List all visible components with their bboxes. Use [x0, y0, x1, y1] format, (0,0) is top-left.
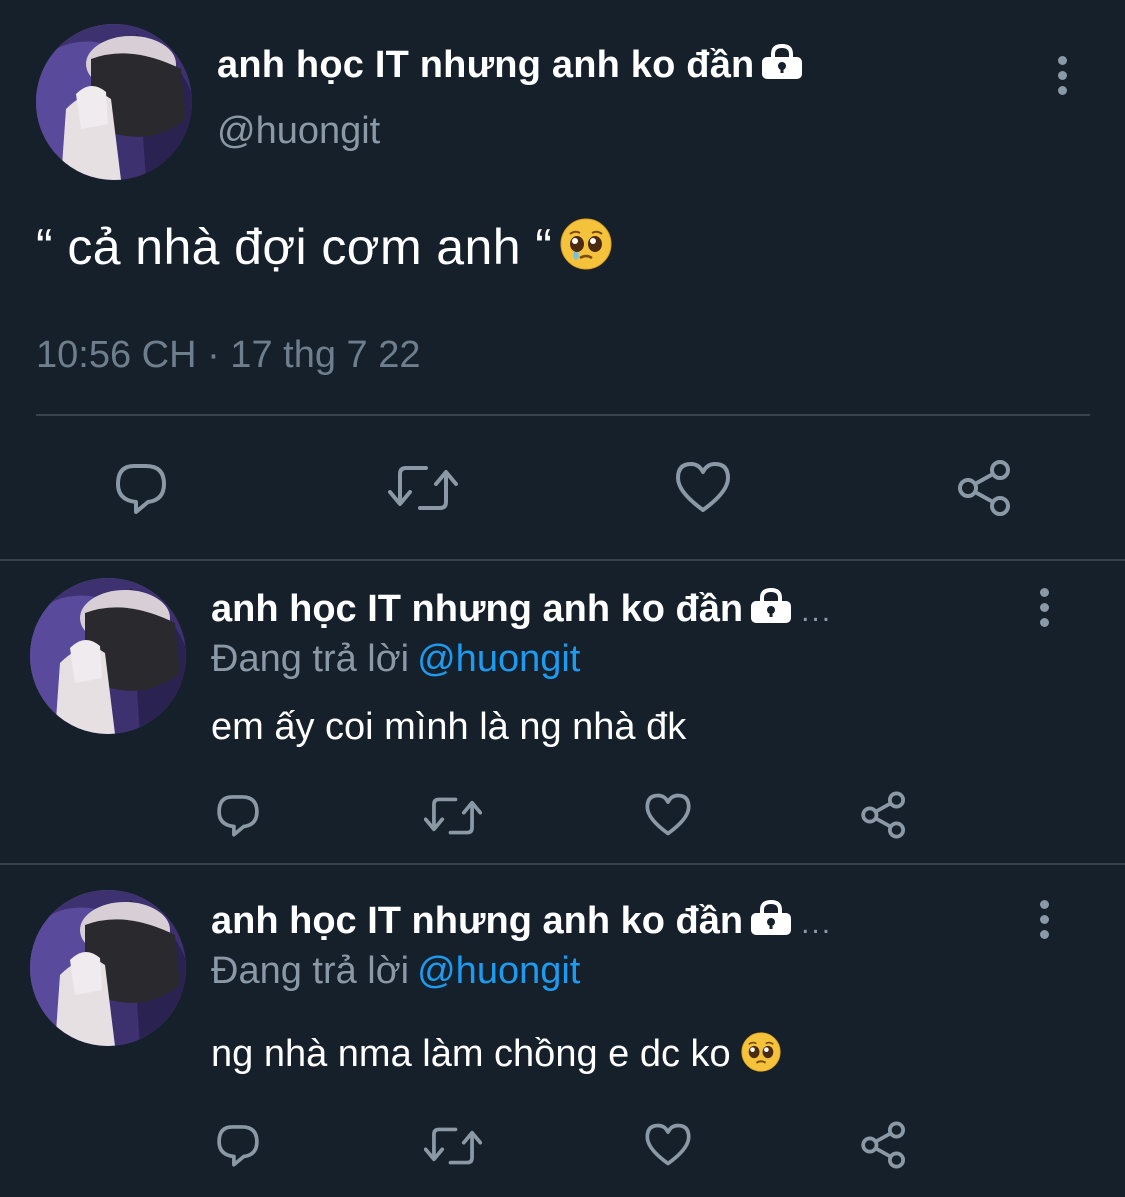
reply-icon[interactable]: [214, 792, 262, 843]
tweet-text: “ cả nhà đợi cơm anh “: [36, 218, 612, 282]
lock-icon: [749, 587, 793, 634]
replying-to-label: Đang trả lời: [211, 950, 410, 992]
display-name[interactable]: anh học IT nhưng anh ko đần ...: [211, 587, 833, 634]
divider: [0, 863, 1125, 865]
like-icon[interactable]: [644, 1122, 692, 1172]
pleading-face-icon: [741, 1032, 781, 1082]
share-icon[interactable]: [954, 458, 1016, 523]
mention-link[interactable]: @huongit: [417, 638, 580, 680]
divider: [36, 414, 1090, 416]
share-icon[interactable]: [858, 790, 910, 845]
retweet-icon[interactable]: [423, 794, 483, 843]
like-icon[interactable]: [644, 792, 692, 842]
timestamp[interactable]: 10:56 CH · 17 thg 7 22: [36, 334, 420, 377]
replying-to-line: Đang trả lời @huongit: [211, 950, 580, 993]
reply-tweet[interactable]: anh học IT nhưng anh ko đần ... Đang trả…: [0, 562, 1125, 862]
display-name-text[interactable]: anh học IT nhưng anh ko đần: [211, 588, 743, 630]
tweet-text-content: “ cả nhà đợi cơm anh “: [36, 219, 553, 275]
replying-to-label: Đang trả lời: [211, 638, 410, 680]
reply-text: em ấy coi mình là ng nhà đk: [211, 706, 687, 748]
handle[interactable]: @huongit: [217, 110, 380, 153]
retweet-icon[interactable]: [423, 1124, 483, 1173]
reply-tweet[interactable]: anh học IT nhưng anh ko đần ... Đang trả…: [0, 866, 1125, 1197]
main-tweet: anh học IT nhưng anh ko đần @huongit “ c…: [0, 0, 1125, 560]
reply-text-content: ng nhà nma làm chồng e dc ko: [211, 1033, 731, 1075]
display-name[interactable]: anh học IT nhưng anh ko đần: [217, 43, 804, 90]
more-options-icon[interactable]: [1032, 900, 1056, 944]
divider: [0, 559, 1125, 561]
share-icon[interactable]: [858, 1120, 910, 1175]
truncation-ellipsis: ...: [801, 595, 833, 628]
display-name-text[interactable]: anh học IT nhưng anh ko đần: [211, 900, 743, 942]
display-name[interactable]: anh học IT nhưng anh ko đần ...: [211, 899, 833, 946]
display-name-text[interactable]: anh học IT nhưng anh ko đần: [217, 44, 754, 86]
lock-icon: [749, 899, 793, 946]
reply-icon[interactable]: [214, 1122, 262, 1173]
thread-page: anh học IT nhưng anh ko đần @huongit “ c…: [0, 0, 1125, 1197]
replying-to-line: Đang trả lời @huongit: [211, 638, 580, 681]
more-options-icon[interactable]: [1050, 56, 1074, 100]
reply-text: ng nhà nma làm chồng e dc ko: [211, 1032, 781, 1082]
mention-link[interactable]: @huongit: [417, 950, 580, 992]
like-icon[interactable]: [674, 460, 732, 519]
truncation-ellipsis: ...: [801, 907, 833, 940]
avatar[interactable]: [30, 890, 186, 1046]
retweet-icon[interactable]: [388, 462, 458, 519]
lock-icon: [760, 43, 804, 90]
pleading-face-with-tear-icon: [560, 218, 612, 282]
more-options-icon[interactable]: [1032, 588, 1056, 632]
reply-icon[interactable]: [112, 460, 170, 521]
avatar[interactable]: [36, 24, 192, 180]
avatar[interactable]: [30, 578, 186, 734]
